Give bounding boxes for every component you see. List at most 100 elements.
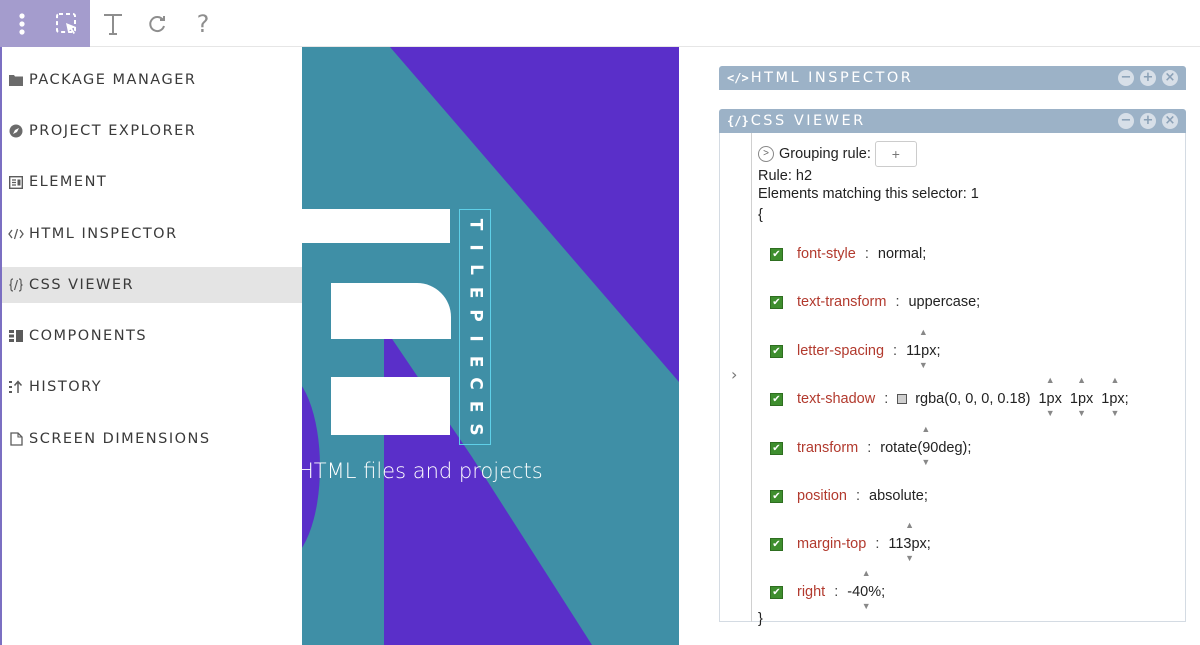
property-name[interactable]: position (797, 488, 847, 504)
top-toolbar: ? (0, 0, 1200, 47)
property-value-stepper[interactable]: 1px; (1101, 391, 1128, 407)
property-checkbox[interactable]: ✔ (770, 489, 783, 503)
property-name[interactable]: transform (797, 440, 858, 456)
expand-button[interactable]: + (1140, 70, 1156, 86)
heading-letter: T (465, 218, 486, 231)
heading-letter: C (465, 377, 486, 391)
sidebar-item-label: COMPONENTS (29, 328, 148, 344)
css-icon (8, 277, 24, 293)
css-property-row: ✔ font-style : normal; (770, 244, 926, 264)
sidebar-item-label: SCREEN DIMENSIONS (29, 431, 211, 447)
code-icon (8, 226, 24, 242)
close-brace: } (758, 611, 763, 627)
property-checkbox[interactable]: ✔ (770, 441, 783, 455)
css-property-row: ✔ text-shadow : rgba(0, 0, 0, 0.18) 1px … (770, 389, 1129, 409)
minimize-button[interactable]: − (1118, 70, 1134, 86)
css-property-row: ✔ transform : rotate(90deg); (770, 438, 971, 458)
property-value-stepper[interactable]: 11px; (906, 343, 940, 359)
sidebar-item-label: PACKAGE MANAGER (29, 72, 197, 88)
property-name[interactable]: margin-top (797, 536, 866, 552)
property-checkbox[interactable]: ✔ (770, 344, 783, 358)
grouping-rule-row: > Grouping rule: + (758, 141, 917, 167)
heading-letter: S (465, 423, 486, 436)
property-checkbox[interactable]: ✔ (770, 537, 783, 551)
property-checkbox[interactable]: ✔ (770, 585, 783, 599)
gutter-divider (751, 133, 752, 622)
sidebar-item-components[interactable]: COMPONENTS (2, 318, 302, 354)
menu-dots-icon[interactable] (8, 0, 36, 47)
property-value[interactable]: absolute; (869, 488, 928, 504)
close-button[interactable]: × (1162, 113, 1178, 129)
sidebar-item-label: ELEMENT (29, 174, 108, 190)
html-inspector-header[interactable]: </> HTML INSPECTOR − + × (719, 66, 1186, 90)
css-icon: {/} (727, 114, 749, 128)
property-name[interactable]: font-style (797, 246, 856, 262)
property-name[interactable]: right (797, 584, 825, 600)
sidebar-item-package-manager[interactable]: PACKAGE MANAGER (2, 62, 302, 98)
element-icon (8, 174, 24, 190)
add-grouping-rule-button[interactable]: + (874, 141, 917, 167)
help-icon[interactable]: ? (190, 0, 216, 47)
compass-icon (8, 123, 24, 139)
history-icon (8, 379, 24, 395)
color-swatch[interactable] (897, 394, 908, 404)
css-property-row: ✔ position : absolute; (770, 486, 928, 506)
sidebar-item-css-viewer[interactable]: CSS VIEWER (2, 267, 302, 303)
sidebar-item-element[interactable]: ELEMENT (2, 164, 302, 200)
sidebar-item-history[interactable]: HISTORY (2, 369, 302, 405)
canvas-preview[interactable]: TILEPIECES HTML files and projects (302, 47, 679, 645)
panel-title: HTML INSPECTOR (750, 70, 914, 86)
property-name[interactable]: text-shadow (797, 391, 875, 407)
css-viewer-header[interactable]: {/} CSS VIEWER − + × (719, 109, 1186, 133)
css-property-row: ✔ right : -40%; (770, 582, 885, 602)
canvas-subtitle[interactable]: HTML files and projects (302, 459, 543, 483)
property-checkbox[interactable]: ✔ (770, 392, 783, 406)
property-checkbox[interactable]: ✔ (770, 295, 783, 309)
code-icon: </> (727, 71, 749, 85)
heading-letter: E (465, 400, 486, 413)
css-property-row: ✔ text-transform : uppercase; (770, 292, 980, 312)
folder-icon (8, 72, 24, 88)
minimize-button[interactable]: − (1118, 113, 1134, 129)
property-name[interactable]: letter-spacing (797, 343, 884, 359)
matching-count: Elements matching this selector: 1 (758, 186, 979, 202)
components-icon (8, 328, 24, 344)
sidebar-item-label: HTML INSPECTOR (29, 226, 178, 242)
heading-letter: I (465, 335, 486, 342)
sidebar-item-screen-dimensions[interactable]: SCREEN DIMENSIONS (2, 421, 302, 457)
heading-letter: L (465, 264, 486, 276)
sidebar-item-label: PROJECT EXPLORER (29, 123, 197, 139)
css-property-row: ✔ letter-spacing : 11px; (770, 341, 940, 361)
property-value[interactable]: rgba(0, 0, 0, 0.18) (915, 391, 1030, 407)
panel-title: CSS VIEWER (750, 113, 866, 129)
text-tool-icon[interactable] (98, 0, 128, 47)
property-value[interactable]: uppercase; (908, 294, 980, 310)
refresh-icon[interactable] (142, 0, 172, 47)
property-value-stepper[interactable]: -40%; (847, 584, 885, 600)
chevron-circle-icon[interactable]: > (758, 146, 774, 162)
open-brace: { (758, 207, 763, 223)
sidebar-item-label: HISTORY (29, 379, 103, 395)
select-element-icon[interactable] (50, 0, 84, 47)
sidebar-item-html-inspector[interactable]: HTML INSPECTOR (2, 216, 302, 252)
property-value-stepper[interactable]: 113px; (888, 536, 930, 552)
property-value-stepper[interactable]: 1px (1038, 391, 1061, 407)
css-viewer-panel: › > Grouping rule: + Rule: h2 Elements m… (719, 133, 1186, 627)
property-checkbox[interactable]: ✔ (770, 247, 783, 261)
vertical-heading[interactable]: TILEPIECES (459, 209, 491, 445)
property-value-stepper[interactable]: rotate(90deg); (880, 440, 971, 456)
property-value-stepper[interactable]: 1px (1070, 391, 1093, 407)
screen-icon (8, 431, 24, 447)
chevron-right-icon[interactable]: › (731, 365, 737, 384)
heading-letter: I (465, 244, 486, 251)
sidebar-item-project-explorer[interactable]: PROJECT EXPLORER (2, 113, 302, 149)
heading-letter: P (465, 309, 486, 322)
property-name[interactable]: text-transform (797, 294, 886, 310)
expand-button[interactable]: + (1140, 113, 1156, 129)
close-button[interactable]: × (1162, 70, 1178, 86)
sidebar-item-label: CSS VIEWER (29, 277, 135, 293)
property-value[interactable]: normal; (878, 246, 926, 262)
grouping-rule-label: Grouping rule: (779, 146, 871, 162)
heading-letter: E (465, 355, 486, 367)
heading-letter: E (465, 286, 486, 299)
